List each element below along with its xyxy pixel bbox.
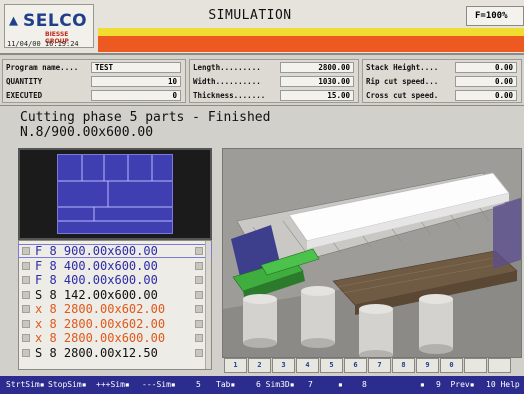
program-group: Program name.... TEST QUANTITY 10 EXECUT… [2,59,186,103]
list-item[interactable]: x 8 2800.00x600.00 [19,331,211,345]
row-checkbox[interactable] [22,334,30,342]
logo: ▲ SELCO BIESSE GROUP 11/04/00 16:19:24 [4,4,94,48]
row-checkbox[interactable] [22,319,30,328]
page-title: SIMULATION [208,8,292,23]
part-label: x 8 2800.00x602.00 [35,302,166,316]
part-label: S 8 2800.00x12.50 [35,345,158,360]
toolbar-button-4[interactable]: 4 [296,358,319,373]
toolbar-button-2[interactable]: 2 [248,358,271,373]
list-item[interactable]: x 8 2800.00x602.00 [19,316,211,331]
function-key-6[interactable]: Tab▪ [216,380,235,389]
function-key-bar: StrtSim▪ StopSim▪ +++Sim▪ ---Sim▪ 5 Tab▪ 6 Sim… [0,376,524,394]
parts-list: F 8 900.00x600.00 F 8 400.00x600.00 F 8 40… [18,240,212,370]
part-label: S 8 142.00x600.00 [35,287,158,302]
row-marker [195,334,203,342]
row-checkbox[interactable] [22,261,30,270]
param-label: EXECUTED [6,91,43,100]
function-key-3[interactable]: +++Sim▪ [96,380,130,389]
param-label: Cross cut speed. [366,91,439,100]
function-key-9[interactable]: ▪ [338,380,343,389]
executed-field: 0 [91,90,181,101]
param-label: Width.......... [193,77,261,86]
toolbar-button-7[interactable]: 7 [368,358,391,373]
datetime: 11/04/00 16:19:24 [7,40,79,48]
cutting-pattern-lines [58,155,172,222]
row-checkbox[interactable] [22,348,30,357]
param-label: Rip cut speed... [366,77,439,86]
param-label: Length......... [193,63,261,72]
part-label: F 8 400.00x600.00 [35,273,158,287]
part-label: F 8 900.00x600.00 [35,244,158,258]
function-key-7[interactable]: 6 Sim3D▪ [256,380,295,389]
function-key-4[interactable]: ---Sim▪ [142,380,176,389]
list-item[interactable]: F 8 400.00x600.00 [19,273,211,287]
row-checkbox[interactable] [22,247,30,255]
row-marker [195,348,203,357]
function-key-12[interactable]: 9 Prev▪ [436,380,475,389]
function-key-1[interactable]: StrtSim▪ [6,380,45,389]
part-label: x 8 2800.00x600.00 [35,331,166,345]
list-item[interactable]: F 8 900.00x600.00 [18,244,212,258]
parameters-panel: Program name.... TEST QUANTITY 10 EXECUT… [0,56,524,106]
status-bar-orange [98,36,524,52]
toolbar-button-6[interactable]: 6 [344,358,367,373]
program-name-field[interactable]: TEST [91,62,181,73]
list-scrollbar[interactable] [205,241,211,369]
row-checkbox[interactable] [22,276,30,284]
row-marker [195,261,203,270]
function-key-13[interactable]: 10 Help [486,380,520,389]
toolbar-button-1[interactable]: 1 [224,358,247,373]
list-item[interactable]: x 8 2800.00x602.00 [19,302,211,316]
thickness-field[interactable]: 15.00 [280,90,354,101]
row-checkbox[interactable] [22,305,30,313]
simulation-3d-view[interactable] [222,148,522,358]
param-label: Stack Height.... [366,63,439,72]
speed-group: Stack Height.... 0.00 Rip cut speed... 0… [362,59,522,103]
cutting-pattern [57,154,173,234]
part-label: F 8 400.00x600.00 [35,258,158,273]
toolbar-button-8[interactable]: 8 [392,358,415,373]
stack-height-field[interactable]: 0.00 [455,62,517,73]
panel-dimensions-group: Length......... 2800.00 Width.......... … [189,59,359,103]
row-marker [195,305,203,313]
param-label: Thickness....... [193,91,266,100]
row-marker [195,319,203,328]
function-indicator: F=100% [466,6,524,26]
function-key-2[interactable]: StopSim▪ [48,380,87,389]
row-marker [195,276,203,284]
width-field[interactable]: 1030.00 [280,76,354,87]
list-item[interactable]: S 8 142.00x600.00 [19,287,211,302]
function-key-5[interactable]: 5 [196,380,201,389]
rip-cut-speed-field[interactable]: 0.00 [455,76,517,87]
view-toolbar: 1234567890 [224,358,524,374]
row-marker [195,247,203,255]
function-key-11[interactable]: ▪ [420,380,425,389]
toolbar-button-5[interactable]: 5 [320,358,343,373]
cutting-preview [18,148,212,240]
header-bar: ▲ SELCO BIESSE GROUP 11/04/00 16:19:24 S… [0,0,524,55]
param-label: QUANTITY [6,77,43,86]
list-item[interactable]: F 8 400.00x600.00 [19,258,211,273]
cross-cut-speed-field[interactable]: 0.00 [455,90,517,101]
toolbar-button-3[interactable]: 3 [272,358,295,373]
toolbar-button-9[interactable]: 9 [416,358,439,373]
quantity-field[interactable]: 10 [91,76,181,87]
logo-mark-icon: ▲ [9,11,19,29]
status-message: Cutting phase 5 parts - Finished [20,110,271,125]
part-label: x 8 2800.00x602.00 [35,316,166,331]
length-field[interactable]: 2800.00 [280,62,354,73]
row-marker [195,290,203,299]
toolbar-button-10[interactable]: 0 [440,358,463,373]
function-key-8[interactable]: 7 [308,380,313,389]
status-part: N.8/900.00x600.00 [20,125,154,140]
toolbar-button-11[interactable] [464,358,487,373]
machine-3d-render [223,172,521,357]
function-key-10[interactable]: 8 [362,380,367,389]
logo-brand: SELCO [23,11,88,31]
list-item[interactable]: S 8 2800.00x12.50 [19,345,211,360]
row-checkbox[interactable] [22,290,30,299]
param-label: Program name.... [6,63,79,72]
status-bar-yellow [98,28,524,36]
toolbar-button-12[interactable] [488,358,511,373]
